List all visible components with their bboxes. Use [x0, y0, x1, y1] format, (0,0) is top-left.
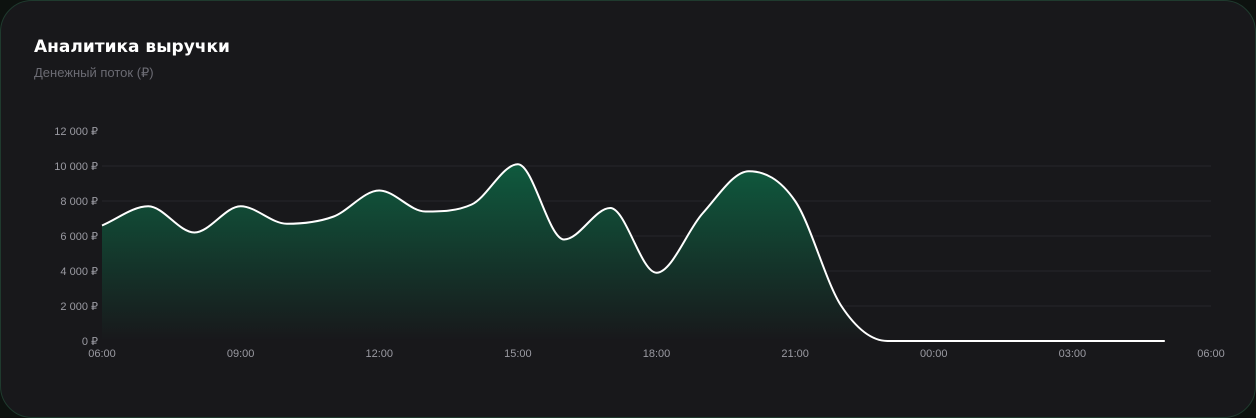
x-tick-label: 09:00: [227, 348, 255, 360]
data-point[interactable]: 03:00 — 0: [1066, 335, 1078, 347]
data-point[interactable]: 09:00 — 7700: [235, 200, 247, 212]
data-point[interactable]: 01:00 — 0: [974, 335, 986, 347]
data-point[interactable]: 06:00 — 6600: [96, 220, 108, 232]
y-tick-label: 0 ₽: [82, 336, 98, 348]
data-point[interactable]: 13:00 — 7400: [419, 206, 431, 218]
x-tick-label: 03:00: [1059, 348, 1087, 360]
data-point[interactable]: 16:00 — 5800: [558, 234, 570, 246]
data-point[interactable]: 11:00 — 7100: [327, 211, 339, 223]
revenue-area-chart: 0 ₽ 2 000 ₽ 4 000 ₽ 6 000 ₽ 8 000 ₽ 10 000 ₽ 1…: [54, 126, 1225, 360]
data-point[interactable]: 12:00 — 8600: [373, 185, 385, 197]
data-point[interactable]: 20:00 — 9700: [743, 165, 755, 177]
data-point[interactable]: 22:00 — 2000: [835, 300, 847, 312]
x-tick-label: 06:00: [1197, 348, 1225, 360]
revenue-area-fill: [102, 164, 1165, 341]
y-axis-ticks: 0 ₽ 2 000 ₽ 4 000 ₽ 6 000 ₽ 8 000 ₽ 10 000 ₽ 1…: [54, 126, 98, 348]
x-axis-ticks: 06:00 09:00 12:00 15:00 18:00 21:00 00:00 03:00…: [88, 348, 1225, 360]
data-point[interactable]: 07:00 — 7700: [142, 200, 154, 212]
x-tick-label: 18:00: [643, 348, 671, 360]
y-tick-label: 8 000 ₽: [60, 196, 98, 208]
data-point[interactable]: 00:00 — 0: [928, 335, 940, 347]
data-point[interactable]: 05:00 — 0: [1159, 335, 1171, 347]
y-tick-label: 12 000 ₽: [54, 126, 98, 138]
data-point[interactable]: 21:00 — 8000: [789, 195, 801, 207]
x-tick-label: 15:00: [504, 348, 532, 360]
x-tick-label: 00:00: [920, 348, 948, 360]
x-tick-label: 06:00: [88, 348, 116, 360]
y-tick-label: 10 000 ₽: [54, 161, 98, 173]
y-tick-label: 6 000 ₽: [60, 231, 98, 243]
data-point[interactable]: 23:00 — 0: [882, 335, 894, 347]
x-tick-label: 12:00: [365, 348, 393, 360]
data-point[interactable]: 10:00 — 6700: [281, 218, 293, 230]
revenue-analytics-card: Аналитика выручки Денежный поток (₽) 0 ₽…: [0, 0, 1256, 418]
data-point[interactable]: 04:00 — 0: [1113, 335, 1125, 347]
data-point[interactable]: 02:00 — 0: [1020, 335, 1032, 347]
data-point[interactable]: 19:00 — 7300: [697, 207, 709, 219]
data-point[interactable]: 18:00 — 3900: [651, 267, 663, 279]
y-tick-label: 4 000 ₽: [60, 266, 98, 278]
x-tick-label: 21:00: [781, 348, 809, 360]
data-point[interactable]: 15:00 — 10100: [512, 158, 524, 170]
y-tick-label: 2 000 ₽: [60, 301, 98, 313]
data-point[interactable]: 08:00 — 6200: [188, 227, 200, 239]
series-layer: 06:00 — 6600 07:00 — 7700 08:00 — 6200 09:0…: [96, 158, 1171, 347]
data-point[interactable]: 14:00 — 7800: [466, 199, 478, 211]
data-point[interactable]: 17:00 — 7600: [604, 202, 616, 214]
